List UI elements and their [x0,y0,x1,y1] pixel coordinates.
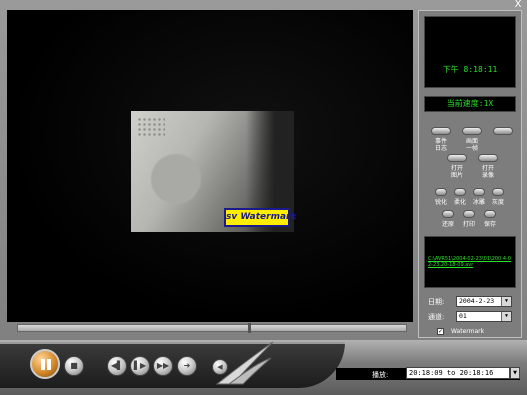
open-video-button[interactable] [478,154,498,162]
stop-icon: ■ [70,361,78,370]
next-button[interactable]: ▌▶ [130,356,150,376]
save-button[interactable] [484,210,496,218]
date-label: 日期: [428,298,445,306]
soften-button[interactable] [454,188,466,196]
emboss-button[interactable] [473,188,485,196]
channel-label: 通道: [428,313,445,321]
print-button[interactable] [463,210,475,218]
date-select[interactable]: 2004-2-23 ▼ [456,296,512,307]
chevron-down-icon[interactable]: ▼ [501,297,511,306]
chevron-down-icon[interactable]: ▼ [501,312,511,321]
print-label: 打印 [462,221,475,228]
event-log-label: 事件 日志 [434,138,447,152]
chevron-down-icon[interactable]: ▼ [510,367,520,379]
frame-button[interactable] [462,127,482,135]
play-label: 播放: [372,371,389,379]
pause-button[interactable] [30,349,60,379]
fast-forward-button[interactable]: ▶▶ [153,356,173,376]
clock-text: 下午 8:18:11 [442,65,498,74]
pause-icon-bar [47,359,51,370]
stop-button[interactable]: ■ [64,356,84,376]
file-path-link[interactable]: C:\AVR51\2004-02-23\01\200 4-02-23,20-18… [428,256,514,268]
seek-bar[interactable] [17,324,407,332]
grayscale-button[interactable] [492,188,504,196]
play-range-field[interactable]: 20:18:09 to 20:18:16 [406,367,510,379]
event-log-button[interactable] [431,127,451,135]
sharpen-label: 锐化 [434,199,447,206]
emboss-label: 冰雕 [472,199,485,206]
fast-forward-icon: ▶▶ [156,361,170,370]
previous-button[interactable]: ◀▌ [107,356,127,376]
channel-select[interactable]: 01 ▼ [456,311,512,322]
extra-button[interactable] [493,127,513,135]
sharpen-button[interactable] [435,188,447,196]
forward-icon: ➜ [183,361,191,370]
open-image-label: 打开 图片 [450,165,463,179]
watermark-label: sv Watermark [224,208,296,227]
open-video-label: 打开 录像 [481,165,494,179]
close-icon[interactable]: X [511,0,525,10]
restore-button[interactable] [442,210,454,218]
grayscale-label: 灰度 [491,199,504,206]
previous-icon: ◀▌ [110,361,124,370]
watermark-checkbox-label: Watermark [451,328,485,335]
clock-display [424,16,516,88]
pause-icon [41,359,45,370]
channel-value: 01 [459,312,467,320]
speed-display: 当前速度:1X [424,96,516,112]
decor-swoosh [215,341,274,385]
frame-texture [137,117,165,137]
open-image-button[interactable] [447,154,467,162]
watermark-checkbox[interactable]: ✓ [437,328,444,335]
seek-thumb[interactable] [248,323,251,333]
next-icon: ▌▶ [133,361,147,370]
frame-label: 画面 一帧 [465,138,478,152]
soften-label: 柔化 [453,199,466,206]
date-value: 2004-2-23 [459,297,495,305]
restore-label: 还原 [441,221,454,228]
player-window: sv Watermark X 下午 8:18:11 当前速度:1X 事件 日志 … [0,0,527,395]
save-label: 保存 [483,221,496,228]
forward-button[interactable]: ➜ [177,356,197,376]
